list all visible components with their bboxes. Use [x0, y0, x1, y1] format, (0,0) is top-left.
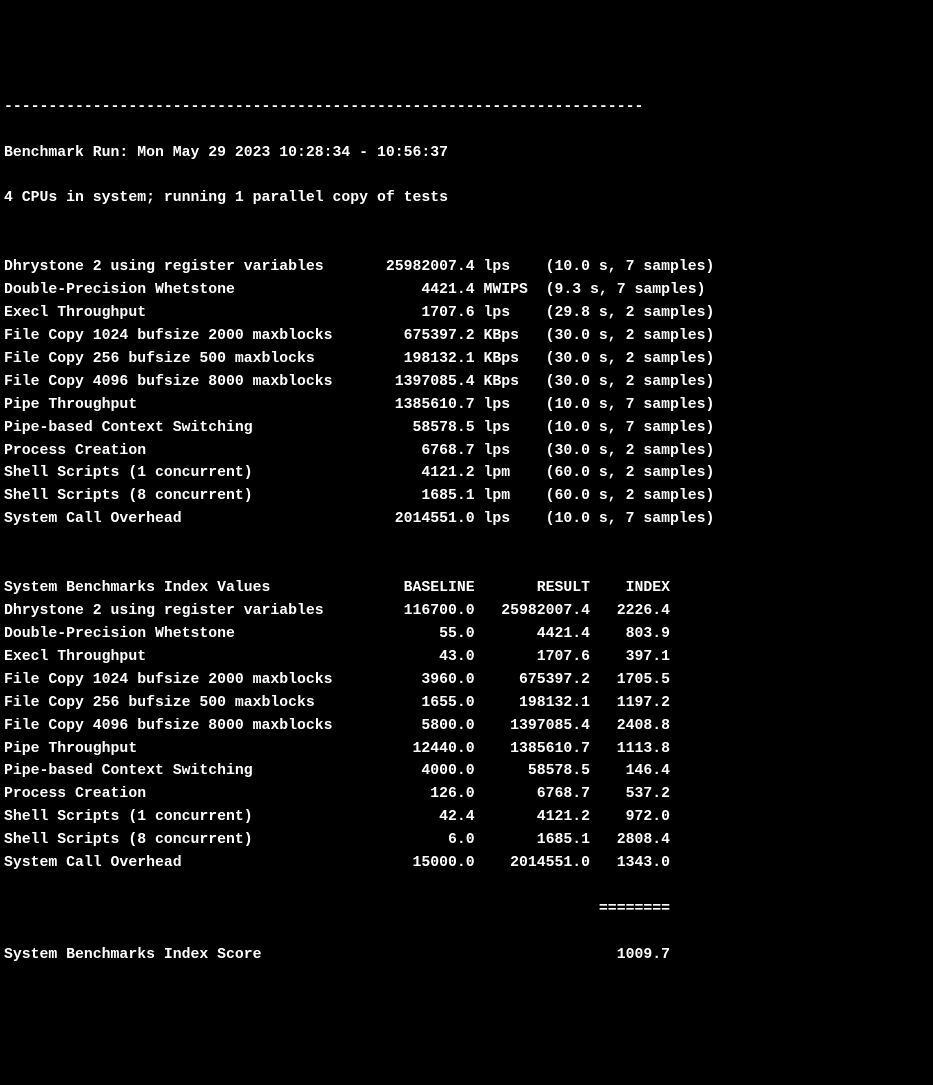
result-row: System Call Overhead 2014551.0 lps (10.0… [4, 508, 929, 531]
index-row: System Call Overhead 15000.0 2014551.0 1… [4, 852, 929, 875]
separator-line: ----------------------------------------… [4, 96, 929, 119]
result-row: Shell Scripts (1 concurrent) 4121.2 lpm … [4, 462, 929, 485]
index-row: Shell Scripts (1 concurrent) 42.4 4121.2… [4, 806, 929, 829]
result-row: Dhrystone 2 using register variables 259… [4, 256, 929, 279]
index-row: Pipe-based Context Switching 4000.0 5857… [4, 760, 929, 783]
index-row: Pipe Throughput 12440.0 1385610.7 1113.8 [4, 738, 929, 761]
index-row: File Copy 1024 bufsize 2000 maxblocks 39… [4, 669, 929, 692]
result-row: File Copy 256 bufsize 500 maxblocks 1981… [4, 348, 929, 371]
result-row: Process Creation 6768.7 lps (30.0 s, 2 s… [4, 440, 929, 463]
benchmark-run-info: Benchmark Run: Mon May 29 2023 10:28:34 … [4, 142, 929, 165]
cpu-info: 4 CPUs in system; running 1 parallel cop… [4, 187, 929, 210]
result-row: Pipe-based Context Switching 58578.5 lps… [4, 417, 929, 440]
result-row: File Copy 4096 bufsize 8000 maxblocks 13… [4, 371, 929, 394]
result-row: File Copy 1024 bufsize 2000 maxblocks 67… [4, 325, 929, 348]
index-row: Process Creation 126.0 6768.7 537.2 [4, 783, 929, 806]
index-header: System Benchmarks Index Values BASELINE … [4, 577, 929, 600]
result-row: Shell Scripts (8 concurrent) 1685.1 lpm … [4, 485, 929, 508]
result-row: Pipe Throughput 1385610.7 lps (10.0 s, 7… [4, 394, 929, 417]
index-row: Shell Scripts (8 concurrent) 6.0 1685.1 … [4, 829, 929, 852]
result-row: Double-Precision Whetstone 4421.4 MWIPS … [4, 279, 929, 302]
index-row: File Copy 4096 bufsize 8000 maxblocks 58… [4, 715, 929, 738]
index-section: System Benchmarks Index Values BASELINE … [4, 577, 929, 875]
score-separator: ======== [4, 898, 929, 921]
index-row: Double-Precision Whetstone 55.0 4421.4 8… [4, 623, 929, 646]
index-score-line: System Benchmarks Index Score 1009.7 [4, 944, 929, 967]
index-row: Execl Throughput 43.0 1707.6 397.1 [4, 646, 929, 669]
index-row: File Copy 256 bufsize 500 maxblocks 1655… [4, 692, 929, 715]
result-row: Execl Throughput 1707.6 lps (29.8 s, 2 s… [4, 302, 929, 325]
results-section: Dhrystone 2 using register variables 259… [4, 256, 929, 531]
index-row: Dhrystone 2 using register variables 116… [4, 600, 929, 623]
